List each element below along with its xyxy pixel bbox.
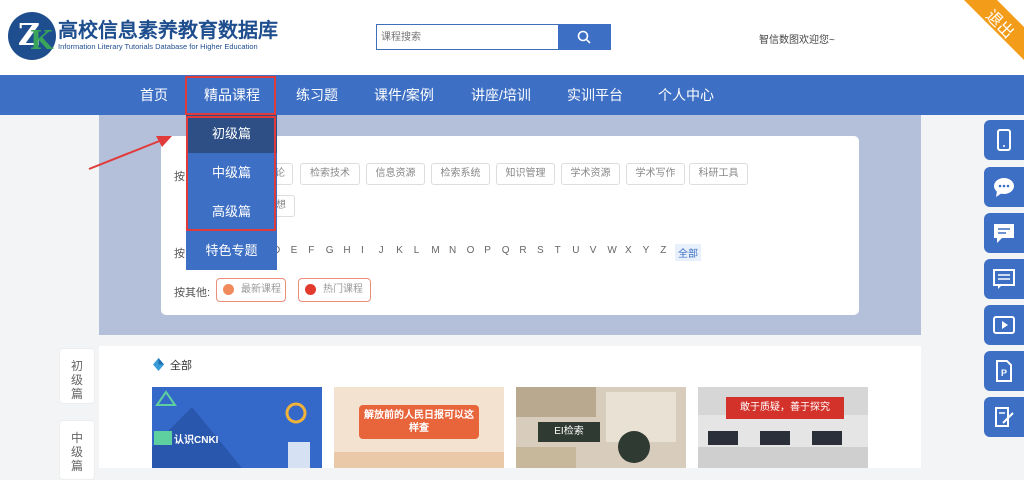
message-button[interactable] <box>984 213 1024 253</box>
search-icon <box>577 30 591 44</box>
letter-filter[interactable]: G <box>326 245 334 256</box>
chat-button[interactable] <box>984 167 1024 207</box>
annotation-arrow-icon <box>88 136 172 170</box>
course-card[interactable]: EI检索 <box>516 387 686 468</box>
welcome-text: 智信数图欢迎您~ <box>759 35 835 46</box>
edit-button[interactable] <box>984 397 1024 437</box>
edit-icon <box>995 407 1014 427</box>
letter-filter[interactable]: T <box>555 245 561 256</box>
newest-icon <box>223 284 234 295</box>
letter-filter[interactable]: L <box>414 245 420 256</box>
letter-filter[interactable]: N <box>449 245 456 256</box>
video-button[interactable] <box>984 305 1024 345</box>
all-category-icon <box>153 358 164 371</box>
letter-filter[interactable]: Z <box>660 245 666 256</box>
filter-tag[interactable]: 信息资源 <box>366 163 425 185</box>
filter-tag[interactable]: 学术资源 <box>561 163 620 185</box>
card-title: EI检索 <box>538 422 600 442</box>
filter-tag[interactable]: 检索技术 <box>300 163 360 185</box>
main-nav: 首页 精品课程 练习题 课件/案例 讲座/培训 实训平台 个人中心 <box>0 75 1024 115</box>
message-icon <box>994 224 1014 243</box>
search-input[interactable] <box>376 24 559 50</box>
letter-filter[interactable]: Y <box>643 245 650 256</box>
letter-filter[interactable]: V <box>590 245 597 256</box>
letter-filter[interactable]: R <box>519 245 526 256</box>
course-card[interactable]: 敢于质疑，善于探究 <box>698 387 868 468</box>
filter-tag[interactable]: 检索系统 <box>431 163 490 185</box>
side-tab-intermediate[interactable]: 中级篇 <box>59 420 95 480</box>
filter-letter-label: 按 <box>174 248 185 260</box>
site-logo[interactable]: ZK 高校信息素养教育数据库 Information Literary Tuto… <box>8 12 278 62</box>
card-title: 认识CNKI <box>174 435 219 446</box>
letter-filter[interactable]: J <box>379 245 384 256</box>
header: ZK 高校信息素养教育数据库 Information Literary Tuto… <box>0 0 1024 75</box>
letter-filter[interactable]: H <box>343 245 350 256</box>
dropdown-item-special-topics[interactable]: 特色专题 <box>186 232 277 270</box>
card-title: 敢于质疑，善于探究 <box>726 397 844 419</box>
letter-filter[interactable]: S <box>537 245 544 256</box>
side-tab-label: 中级篇 <box>70 431 83 473</box>
phone-button[interactable] <box>984 120 1024 160</box>
course-thumbnail-cnki <box>152 387 322 468</box>
course-card[interactable]: 认识CNKI <box>152 387 322 468</box>
letter-filter[interactable]: U <box>572 245 579 256</box>
nav-training-platform[interactable]: 实训平台 <box>567 75 623 115</box>
search-bar <box>376 24 611 50</box>
letter-filter[interactable]: M <box>431 245 439 256</box>
course-card[interactable]: 解放前的人民日报可以这样查 <box>334 387 504 468</box>
letter-filter[interactable]: E <box>291 245 298 256</box>
card-title: 解放前的人民日报可以这样查 <box>364 410 474 434</box>
newest-label: 最新课程 <box>241 284 281 295</box>
letter-filter[interactable]: Q <box>502 245 510 256</box>
nav-courseware[interactable]: 课件/案例 <box>374 75 434 115</box>
logo-title: 高校信息素养教育数据库 <box>58 20 278 42</box>
search-button[interactable] <box>558 24 611 50</box>
all-label: 全部 <box>170 360 192 372</box>
hot-courses-tag[interactable]: 热门课程 <box>298 278 371 302</box>
filter-tag[interactable]: 科研工具 <box>689 163 748 185</box>
side-tab-label: 初级篇 <box>70 359 83 401</box>
chat-bubble-icon <box>994 178 1014 197</box>
logo-subtitle: Information Literary Tutorials Database … <box>58 42 258 51</box>
phone-icon <box>997 129 1011 151</box>
newest-courses-tag[interactable]: 最新课程 <box>216 278 286 302</box>
letter-filter[interactable]: O <box>467 245 475 256</box>
nav-exercises[interactable]: 练习题 <box>296 75 338 115</box>
highlight-box-dropdown <box>186 116 276 231</box>
letter-filter[interactable]: W <box>607 245 616 256</box>
letter-filter[interactable]: X <box>625 245 632 256</box>
letter-filter[interactable]: K <box>396 245 403 256</box>
comment-list-icon <box>993 269 1015 289</box>
logo-mark-icon: ZK <box>8 12 56 60</box>
filter-tag[interactable]: 知识管理 <box>496 163 555 185</box>
letter-filter[interactable]: P <box>484 245 491 256</box>
nav-lectures[interactable]: 讲座/培训 <box>471 75 531 115</box>
video-icon <box>993 316 1015 334</box>
ppt-icon: P <box>996 360 1012 382</box>
ppt-button[interactable]: P <box>984 351 1024 391</box>
letter-filter-all[interactable]: 全部 <box>675 244 701 261</box>
hot-label: 热门课程 <box>323 284 363 295</box>
highlight-box-nav <box>185 76 276 115</box>
side-tab-beginner[interactable]: 初级篇 <box>59 348 95 404</box>
fire-icon <box>305 284 316 295</box>
filter-tag[interactable]: 学术写作 <box>626 163 685 185</box>
filter-other-label: 按其他: <box>174 287 211 299</box>
nav-home[interactable]: 首页 <box>140 75 168 115</box>
nav-personal-center[interactable]: 个人中心 <box>658 75 714 115</box>
letter-filter[interactable]: F <box>308 245 314 256</box>
svg-text:P: P <box>1001 368 1007 378</box>
comment-list-button[interactable] <box>984 259 1024 299</box>
letter-filter[interactable]: I <box>361 245 364 256</box>
